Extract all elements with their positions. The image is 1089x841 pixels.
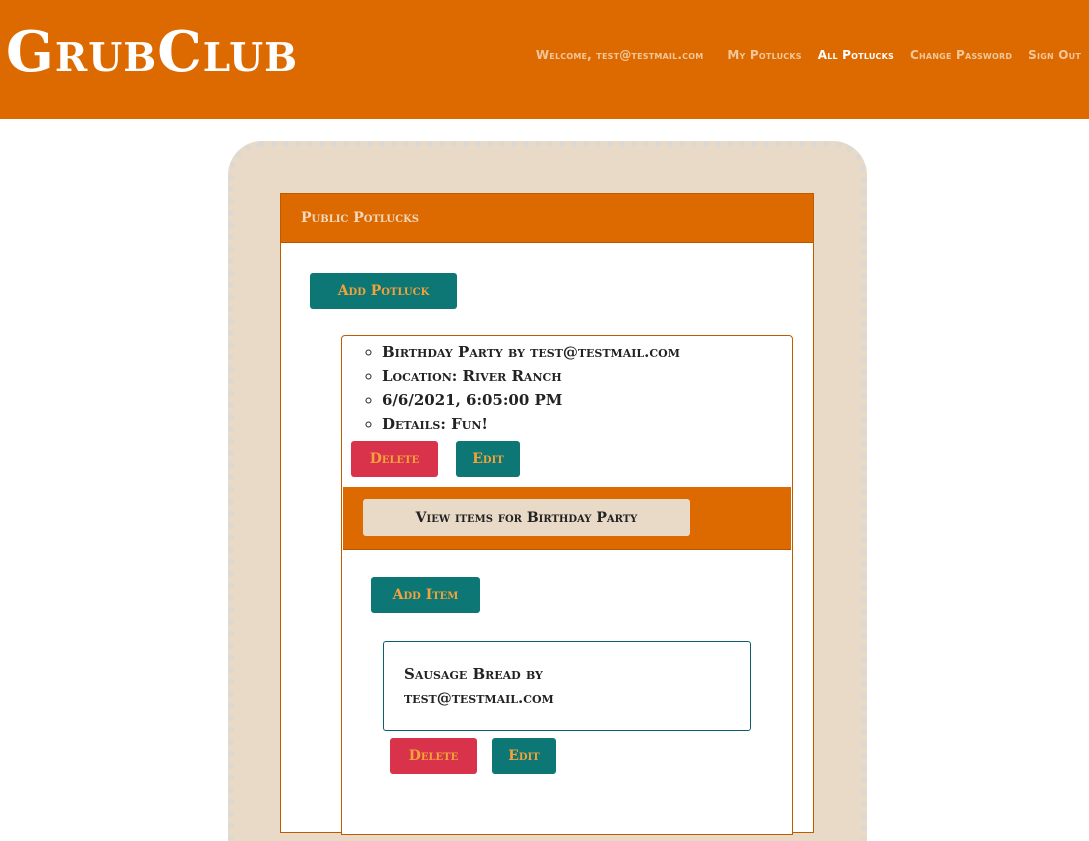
item-description: Sausage Bread by test@testmail.com — [404, 665, 554, 707]
brand-logo[interactable]: GrubClub — [6, 22, 298, 82]
card-header: Public Potlucks — [281, 194, 813, 243]
top-nav-bar: GrubClub Welcome, test@testmail.com My P… — [0, 0, 1089, 119]
delete-item-button[interactable]: Delete — [390, 738, 477, 774]
potluck-location: Location: River Ranch — [382, 364, 680, 388]
nav-my-potlucks[interactable]: My Potlucks — [727, 48, 801, 62]
nav-all-potlucks[interactable]: All Potlucks — [818, 48, 894, 62]
add-item-button[interactable]: Add Item — [371, 577, 480, 613]
welcome-text: Welcome, test@testmail.com — [535, 48, 704, 62]
nav-change-password[interactable]: Change Password — [910, 48, 1012, 62]
potluck-title: Birthday Party by test@testmail.com — [382, 340, 680, 364]
edit-potluck-button[interactable]: Edit — [456, 441, 520, 477]
potluck-details-list: Birthday Party by test@testmail.com Loca… — [362, 340, 680, 436]
potluck-datetime: 6/6/2021, 6:05:00 PM — [382, 388, 680, 412]
items-header-bar: View items for Birthday Party — [343, 487, 791, 550]
list-item: Sausage Bread by test@testmail.com — [383, 641, 751, 731]
card-title: Public Potlucks — [301, 210, 419, 226]
nav-links: Welcome, test@testmail.com My Potlucks A… — [536, 48, 1081, 62]
delete-potluck-button[interactable]: Delete — [351, 441, 438, 477]
view-items-button[interactable]: View items for Birthday Party — [363, 499, 690, 536]
potluck-description: Details: Fun! — [382, 412, 680, 436]
nav-sign-out[interactable]: Sign Out — [1028, 48, 1081, 62]
add-potluck-button[interactable]: Add Potluck — [310, 273, 457, 309]
edit-item-button[interactable]: Edit — [492, 738, 556, 774]
